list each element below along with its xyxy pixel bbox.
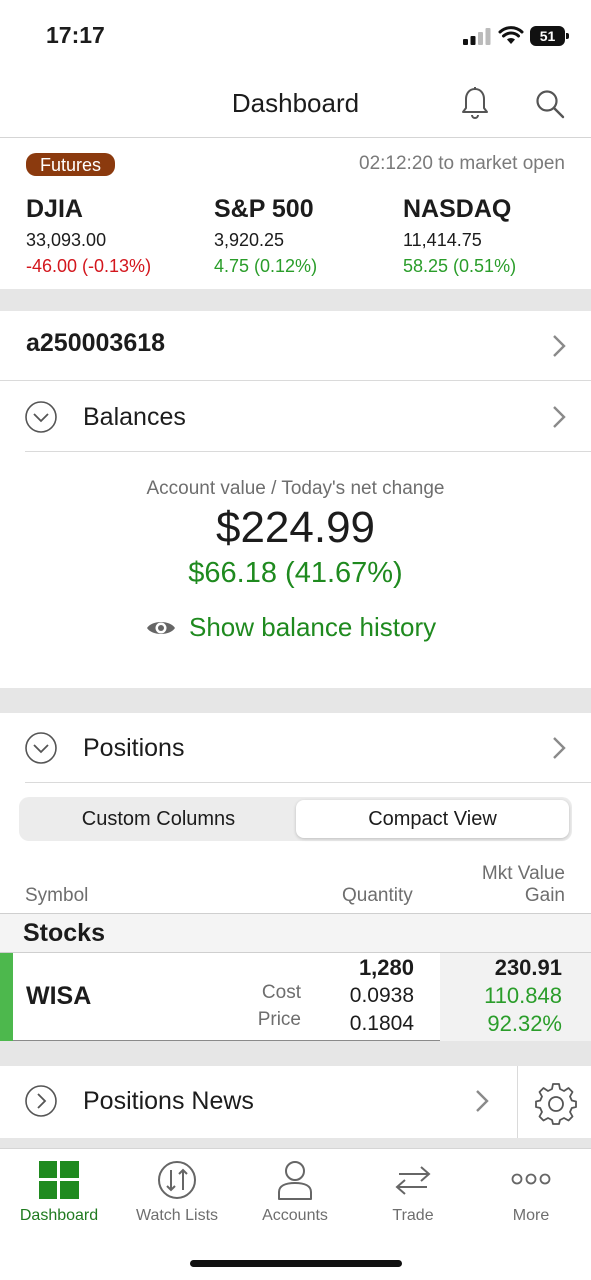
position-row-wisa[interactable]: WISA Cost Price 1,280 0.0938 0.1804 230.… xyxy=(0,953,591,1041)
tab-label: Watch Lists xyxy=(135,1207,219,1224)
market-open-countdown: 02:12:20 to market open xyxy=(359,153,565,174)
collapse-icon[interactable] xyxy=(25,401,57,433)
index-name: DJIA xyxy=(26,195,83,223)
column-header-symbol: Symbol xyxy=(25,885,89,906)
status-bar: 17:17 51 xyxy=(0,0,591,72)
position-indicator-bar xyxy=(0,953,13,1041)
price-label: Price xyxy=(257,1009,301,1030)
show-balance-history-label: Show balance history xyxy=(189,612,437,642)
collapse-icon[interactable] xyxy=(25,732,57,764)
position-gain-percent: 92.32% xyxy=(487,1011,562,1036)
section-gap xyxy=(0,1041,591,1066)
tab-watch-lists[interactable]: Watch Lists xyxy=(118,1149,236,1239)
home-indicator[interactable] xyxy=(190,1260,402,1267)
position-cost: 0.0938 xyxy=(349,984,414,1007)
index-change: 58.25 (0.51%) xyxy=(403,256,517,276)
position-gain: 110.848 xyxy=(484,983,562,1008)
group-title: Stocks xyxy=(23,919,105,947)
column-header-quantity: Quantity xyxy=(342,885,413,906)
balances-title[interactable]: Balances xyxy=(83,403,186,432)
battery-icon: 51 xyxy=(530,26,570,46)
tab-label: Dashboard xyxy=(19,1207,99,1224)
tab-accounts[interactable]: Accounts xyxy=(236,1149,354,1239)
accounts-icon xyxy=(278,1161,312,1200)
position-mkt-value: 230.91 xyxy=(494,955,562,980)
index-value: 11,414.75 xyxy=(403,230,482,250)
gear-icon[interactable] xyxy=(534,1081,578,1125)
chevron-right-icon[interactable] xyxy=(475,1089,489,1113)
column-header-gain: Gain xyxy=(524,885,565,906)
position-price: 0.1804 xyxy=(349,1012,414,1035)
positions-news-row[interactable]: Positions News xyxy=(0,1066,591,1138)
expand-icon[interactable] xyxy=(25,1085,57,1117)
battery-level: 51 xyxy=(530,26,565,46)
tab-label: More xyxy=(512,1207,550,1224)
view-segmented-control: Custom Columns Compact View xyxy=(19,797,572,841)
account-id: a250003618 xyxy=(26,329,166,357)
account-value-caption: Account value / Today's net change xyxy=(146,478,445,499)
divider xyxy=(517,1066,518,1138)
cellular-signal-icon xyxy=(463,28,491,45)
page-title: Dashboard xyxy=(231,88,360,118)
section-gap xyxy=(0,688,591,713)
trade-icon xyxy=(395,1166,431,1195)
navigation-bar: Dashboard xyxy=(0,72,591,138)
futures-badge: Futures xyxy=(26,153,116,176)
index-name: NASDAQ xyxy=(403,195,512,223)
index-djia[interactable]: DJIA 33,093.00 -46.00 (-0.13%) xyxy=(26,195,206,277)
group-header-stocks: Stocks xyxy=(0,913,591,953)
futures-panel[interactable]: Futures 02:12:20 to market open DJIA 33,… xyxy=(0,139,591,289)
index-name: S&P 500 xyxy=(214,195,314,223)
chevron-right-icon[interactable] xyxy=(552,405,566,429)
segment-custom-columns[interactable]: Custom Columns xyxy=(22,800,295,838)
segment-compact-view[interactable]: Compact View xyxy=(296,800,569,838)
wifi-icon xyxy=(498,26,524,44)
index-value: 3,920.25 xyxy=(214,230,285,250)
positions-news-title: Positions News xyxy=(83,1087,254,1115)
tab-trade[interactable]: Trade xyxy=(354,1149,472,1239)
tab-dashboard[interactable]: Dashboard xyxy=(0,1149,118,1239)
watch-lists-icon xyxy=(158,1161,196,1199)
index-change: 4.75 (0.12%) xyxy=(214,256,318,276)
section-gap xyxy=(0,1138,591,1148)
position-symbol: WISA xyxy=(26,982,92,1010)
positions-title[interactable]: Positions xyxy=(83,734,184,763)
index-nasdaq[interactable]: NASDAQ 11,414.75 58.25 (0.51%) xyxy=(403,195,583,277)
account-row[interactable]: a250003618 xyxy=(0,311,591,381)
dashboard-icon xyxy=(39,1161,79,1199)
bell-icon[interactable] xyxy=(460,86,490,120)
search-icon[interactable] xyxy=(534,88,566,120)
index-change: -46.00 (-0.13%) xyxy=(26,256,152,276)
positions-header: Positions xyxy=(0,713,591,783)
tab-label: Trade xyxy=(392,1207,434,1224)
index-sp500[interactable]: S&P 500 3,920.25 4.75 (0.12%) xyxy=(214,195,394,277)
index-value: 33,093.00 xyxy=(26,230,107,250)
tab-more[interactable]: More xyxy=(472,1149,590,1239)
section-gap xyxy=(0,289,591,311)
account-value: $224.99 xyxy=(215,503,376,552)
more-icon xyxy=(511,1173,551,1185)
cost-label: Cost xyxy=(261,982,301,1003)
column-header-mkt-value: Mkt Value xyxy=(481,863,565,884)
chevron-right-icon[interactable] xyxy=(552,736,566,760)
tab-label: Accounts xyxy=(262,1207,328,1224)
eye-icon xyxy=(147,622,175,634)
chevron-right-icon xyxy=(553,335,566,357)
net-change: $66.18 (41.67%) xyxy=(188,557,403,589)
position-quantity: 1,280 xyxy=(358,955,414,980)
status-time: 17:17 xyxy=(46,22,105,48)
